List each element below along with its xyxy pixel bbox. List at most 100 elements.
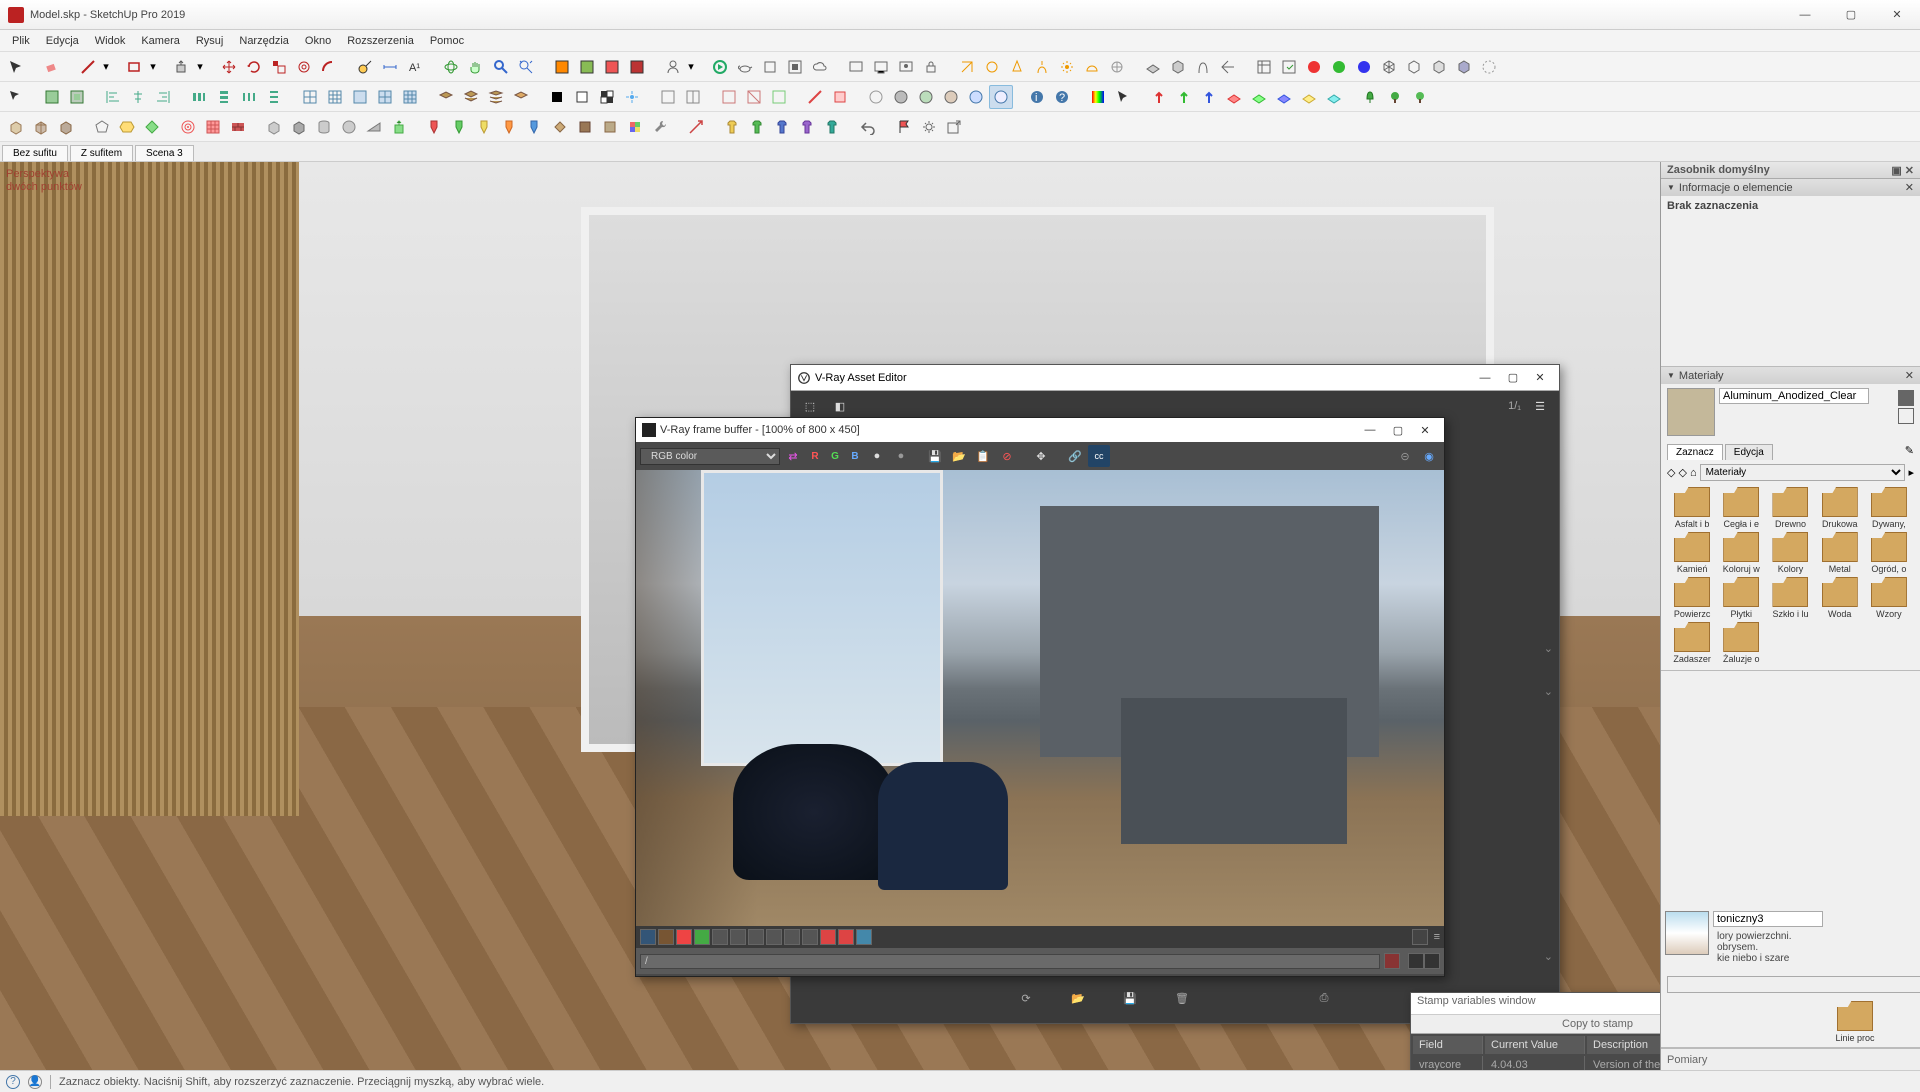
sphere-shade-icon[interactable]	[889, 85, 913, 109]
fb-bb-3[interactable]	[676, 929, 692, 945]
mat-folder-9[interactable]: Ogród, o	[1866, 532, 1912, 574]
align-center-icon[interactable]	[126, 85, 150, 109]
flag-icon[interactable]	[892, 115, 916, 139]
green-plane-icon[interactable]	[1247, 85, 1271, 109]
fb-bb-1[interactable]	[640, 929, 656, 945]
xray-icon[interactable]	[1477, 55, 1501, 79]
fb-bb-13[interactable]	[856, 929, 872, 945]
layers-2-icon[interactable]	[459, 85, 483, 109]
ae-burger-icon[interactable]: ☰	[1529, 395, 1551, 417]
mat-folder-14[interactable]: Wzory	[1866, 577, 1912, 619]
ae-open-icon[interactable]: 📂	[1067, 987, 1089, 1009]
menu-edycja[interactable]: Edycja	[38, 33, 87, 49]
fb-maximize-button[interactable]: ▢	[1384, 418, 1412, 442]
entity-info-header[interactable]: Informacje o elemencie ✕	[1661, 179, 1920, 196]
menu-widok[interactable]: Widok	[87, 33, 134, 49]
pentagon-icon[interactable]	[90, 115, 114, 139]
extrude-green-icon[interactable]	[387, 115, 411, 139]
fb-swap-icon[interactable]: ⇄	[782, 445, 804, 467]
wireframe-icon[interactable]	[1402, 55, 1426, 79]
fb-g-button[interactable]: G	[826, 447, 844, 465]
vray-fb-icon[interactable]	[844, 55, 868, 79]
menu-rozszerzenia[interactable]: Rozszerzenia	[339, 33, 422, 49]
vray-light-mesh-icon[interactable]	[1105, 55, 1129, 79]
vray-light-plane-icon[interactable]	[955, 55, 979, 79]
vray-light-spot-icon[interactable]	[1005, 55, 1029, 79]
paint-multi-icon[interactable]	[623, 115, 647, 139]
mat-tab-select[interactable]: Zaznacz	[1667, 444, 1723, 460]
layers-3-icon[interactable]	[484, 85, 508, 109]
vray-showfb-icon[interactable]	[894, 55, 918, 79]
mat-folder-0[interactable]: Asfalt i b	[1669, 487, 1715, 529]
move-tool[interactable]	[217, 55, 241, 79]
hidden-icon[interactable]	[1427, 55, 1451, 79]
vray-plane-icon[interactable]	[1141, 55, 1165, 79]
mat-folder-8[interactable]: Metal	[1817, 532, 1863, 574]
ae-maximize-button[interactable]: ▢	[1499, 366, 1527, 390]
shirt-teal-icon[interactable]	[820, 115, 844, 139]
vray-batch-icon[interactable]	[869, 55, 893, 79]
mat-folder-7[interactable]: Kolory	[1767, 532, 1813, 574]
align-left-icon[interactable]	[101, 85, 125, 109]
scene-tab-1[interactable]: Z sufitem	[70, 145, 133, 161]
make-group-icon[interactable]	[65, 85, 89, 109]
blue-plane-icon[interactable]	[1272, 85, 1296, 109]
pushpull-tool[interactable]	[170, 55, 194, 79]
vray-render-icon[interactable]	[708, 55, 732, 79]
sphere-icon[interactable]	[337, 115, 361, 139]
mat-back-icon[interactable]: ◇	[1667, 466, 1675, 479]
tape-tool[interactable]	[353, 55, 377, 79]
line-dropdown[interactable]: ▾	[101, 55, 111, 79]
cube-dark-icon[interactable]	[287, 115, 311, 139]
axis-blue-icon[interactable]	[1352, 55, 1376, 79]
fb-bb-7[interactable]	[748, 929, 764, 945]
vray-teapot-icon[interactable]	[733, 55, 757, 79]
scale-tool[interactable]	[267, 55, 291, 79]
person-icon[interactable]	[661, 55, 685, 79]
distribute-h-icon[interactable]	[187, 85, 211, 109]
stamp-copy-button[interactable]: Copy to stamp	[1411, 1015, 1660, 1034]
paint-orange-icon[interactable]	[498, 115, 522, 139]
fb-mono-icon[interactable]: ●	[890, 445, 912, 467]
align-right-icon[interactable]	[151, 85, 175, 109]
cylinder-icon[interactable]	[312, 115, 336, 139]
edit-line-icon[interactable]	[803, 85, 827, 109]
fb-bb-menu[interactable]: ≡	[1434, 931, 1440, 943]
maximize-button[interactable]: ▢	[1828, 0, 1874, 30]
mat-folder-4[interactable]: Dywany,	[1866, 487, 1912, 529]
mat-home-icon[interactable]: ⌂	[1690, 467, 1697, 479]
fb-sq2-icon[interactable]	[1424, 953, 1440, 969]
make-component-icon[interactable]	[40, 85, 64, 109]
mat-folder-6[interactable]: Koloruj w	[1718, 532, 1764, 574]
paint-bucket-icon[interactable]	[548, 115, 572, 139]
vray-export-icon[interactable]	[1277, 55, 1301, 79]
section-tool[interactable]	[550, 55, 574, 79]
fb-bb-grid[interactable]	[1412, 929, 1428, 945]
status-help-icon[interactable]: ?	[6, 1075, 20, 1089]
fb-path-input[interactable]	[640, 954, 1380, 969]
style-folder-0[interactable]: Linie proc	[1665, 1001, 1920, 1043]
tree-1-icon[interactable]	[1358, 85, 1382, 109]
paint-green-icon[interactable]	[448, 115, 472, 139]
window-1-icon[interactable]	[656, 85, 680, 109]
vray-cloud-icon[interactable]	[808, 55, 832, 79]
sphere-glow-icon[interactable]	[964, 85, 988, 109]
cyan-plane-icon[interactable]	[1322, 85, 1346, 109]
box-tool-icon[interactable]	[4, 115, 28, 139]
fb-clear-icon[interactable]: ⊘	[996, 445, 1018, 467]
shape-dropdown[interactable]: ▾	[148, 55, 158, 79]
paint-brown-icon[interactable]	[573, 115, 597, 139]
tree-2-icon[interactable]	[1383, 85, 1407, 109]
axis-red-icon[interactable]	[1302, 55, 1326, 79]
iso-icon[interactable]	[1377, 55, 1401, 79]
vray-lock-icon[interactable]	[919, 55, 943, 79]
sphere-env-icon[interactable]	[939, 85, 963, 109]
rectangle-tool[interactable]	[123, 55, 147, 79]
fb-region-icon[interactable]: ✥	[1030, 445, 1052, 467]
shirt-yellow-icon[interactable]	[720, 115, 744, 139]
style-name-input[interactable]	[1713, 911, 1823, 927]
vray-light-ies-icon[interactable]	[1030, 55, 1054, 79]
menu-rysuj[interactable]: Rysuj	[188, 33, 232, 49]
fb-sq1-icon[interactable]	[1408, 953, 1424, 969]
stamp-row-0[interactable]: vraycore 4.04.03 Version of the V-Ray co…	[1413, 1056, 1660, 1070]
